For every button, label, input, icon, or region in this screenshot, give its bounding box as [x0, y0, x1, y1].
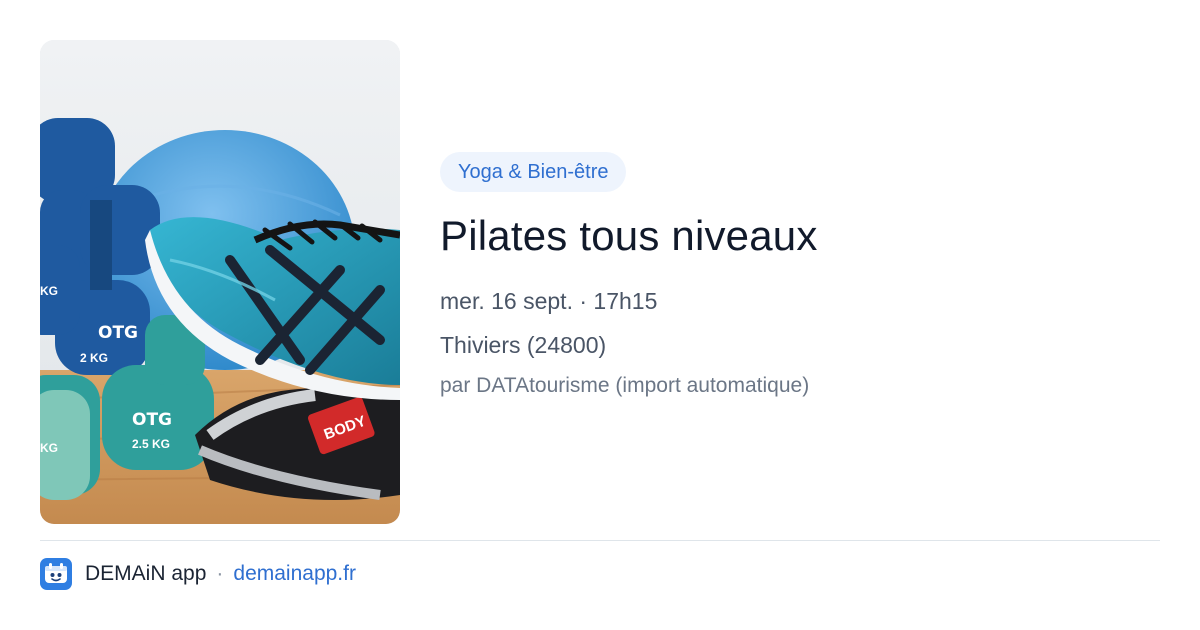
app-website-link[interactable]: demainapp.fr	[233, 562, 356, 586]
event-details: Yoga & Bien-être Pilates tous niveaux me…	[440, 152, 1160, 400]
event-share-card: OTG 2 KG OTG 2.5 KG KG KG BODY Yoga & Bi…	[0, 0, 1200, 630]
dumbbell-label-2kg: 2 KG	[80, 351, 108, 365]
demain-logo-icon[interactable]	[40, 558, 72, 590]
footer-separator: ·	[216, 562, 224, 585]
dumbbell-logo: OTG	[132, 410, 172, 430]
app-name: DEMAiN app	[85, 562, 207, 585]
category-badge[interactable]: Yoga & Bien-être	[440, 152, 627, 192]
event-source: par DATAtourisme (import automatique)	[440, 374, 810, 397]
event-location: Thiviers (24800)	[440, 332, 607, 358]
footer: DEMAiN app · demainapp.fr	[40, 557, 356, 591]
event-title: Pilates tous niveaux	[440, 212, 818, 259]
dumbbell-label-2-5kg: 2.5 KG	[132, 437, 170, 451]
event-datetime: mer. 16 sept. · 17h15	[440, 288, 658, 314]
dumbbell-label-partial: KG	[40, 284, 58, 298]
footer-divider	[40, 540, 1160, 541]
fitness-photo: OTG 2 KG OTG 2.5 KG KG KG BODY	[40, 40, 400, 524]
app-logo-glyph	[45, 563, 67, 583]
event-image: OTG 2 KG OTG 2.5 KG KG KG BODY	[40, 40, 400, 524]
dumbbell-label-partial: KG	[40, 441, 58, 455]
dumbbell-logo: OTG	[98, 323, 138, 343]
